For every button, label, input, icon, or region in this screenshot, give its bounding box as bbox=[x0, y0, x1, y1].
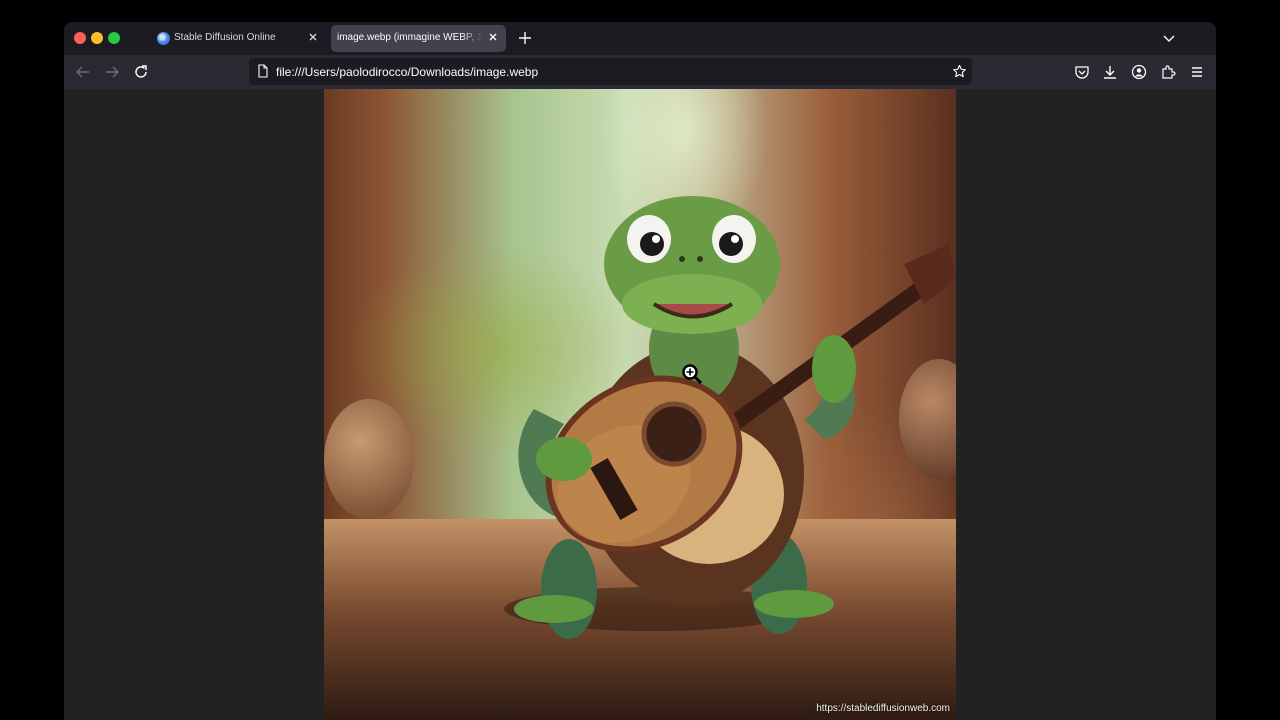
close-icon[interactable] bbox=[306, 30, 320, 44]
browser-window: Stable Diffusion Online image.webp (imma… bbox=[64, 22, 1216, 720]
page-icon bbox=[258, 64, 268, 78]
tab-image-webp[interactable]: image.webp (immagine WEBP, 1024 bbox=[331, 25, 506, 52]
turtle-illustration bbox=[504, 196, 956, 639]
download-icon[interactable] bbox=[1102, 64, 1118, 80]
tab-label: image.webp (immagine WEBP, 1024 bbox=[337, 32, 483, 43]
tab-bar: Stable Diffusion Online image.webp (imma… bbox=[64, 22, 1216, 55]
turtle-guitar-image[interactable]: https://stablediffusionweb.com bbox=[324, 89, 956, 720]
reload-icon[interactable] bbox=[133, 64, 149, 80]
pocket-icon[interactable] bbox=[1074, 64, 1090, 80]
forward-arrow-icon[interactable] bbox=[104, 64, 120, 80]
plus-icon[interactable] bbox=[517, 30, 533, 46]
navigation-toolbar: file:///Users/paolodirocco/Downloads/ima… bbox=[64, 55, 1216, 89]
extensions-icon[interactable] bbox=[1160, 64, 1176, 80]
image-viewer-content: https://stablediffusionweb.com bbox=[64, 89, 1216, 720]
account-icon[interactable] bbox=[1131, 64, 1147, 80]
zoom-in-cursor-icon bbox=[682, 364, 703, 385]
chevron-down-icon[interactable] bbox=[1162, 31, 1176, 45]
url-bar[interactable]: file:///Users/paolodirocco/Downloads/ima… bbox=[249, 58, 972, 85]
url-text[interactable]: file:///Users/paolodirocco/Downloads/ima… bbox=[276, 65, 538, 79]
stable-diffusion-favicon-icon bbox=[157, 32, 170, 45]
close-icon[interactable] bbox=[486, 30, 500, 44]
tab-label: Stable Diffusion Online bbox=[174, 32, 276, 43]
minimize-window-button[interactable] bbox=[91, 32, 103, 44]
menu-icon[interactable] bbox=[1189, 64, 1205, 80]
star-icon[interactable] bbox=[952, 64, 967, 79]
back-arrow-icon[interactable] bbox=[75, 64, 91, 80]
image-watermark: https://stablediffusionweb.com bbox=[816, 703, 950, 714]
tab-stable-diffusion[interactable]: Stable Diffusion Online bbox=[150, 25, 326, 52]
close-window-button[interactable] bbox=[74, 32, 86, 44]
maximize-window-button[interactable] bbox=[108, 32, 120, 44]
